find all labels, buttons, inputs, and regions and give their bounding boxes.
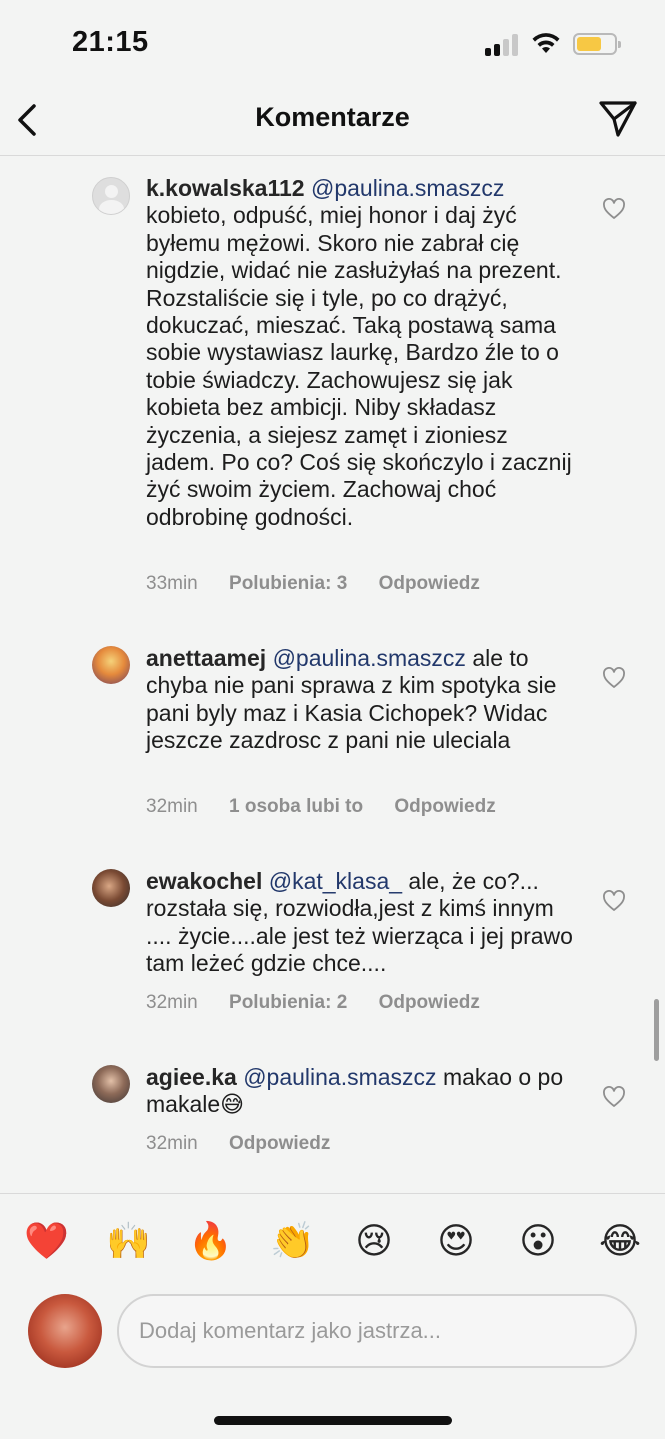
emoji-surprised[interactable]: 😮 bbox=[516, 1220, 560, 1264]
comment-meta: 33min Polubienia: 3 Odpowiedz bbox=[146, 573, 506, 595]
comment-body: agiee.ka @paulina.smaszcz makao o po mak… bbox=[146, 1064, 576, 1119]
send-direct-icon[interactable] bbox=[597, 98, 639, 140]
page-title: Komentarze bbox=[255, 102, 410, 132]
signal-icon bbox=[485, 34, 521, 56]
home-indicator bbox=[214, 1416, 452, 1425]
comment-likes[interactable]: Polubienia: 2 bbox=[229, 992, 347, 1013]
battery-icon bbox=[573, 33, 621, 55]
comment-time: 32min bbox=[146, 992, 198, 1013]
comment-time: 32min bbox=[146, 1133, 198, 1154]
comment-mention[interactable]: @paulina.smaszcz bbox=[273, 645, 466, 671]
comment-mention[interactable]: @paulina.smaszcz bbox=[243, 1064, 436, 1090]
avatar[interactable] bbox=[92, 1065, 130, 1103]
avatar[interactable] bbox=[92, 646, 130, 684]
comment-composer: ❤️ 🙌 🔥 👏 😢 😍 😮 😂 bbox=[0, 1193, 665, 1439]
current-user-avatar bbox=[28, 1294, 102, 1368]
reply-button[interactable]: Odpowiedz bbox=[379, 573, 480, 594]
comment-text: kobieto, odpuść, miej honor i daj żyć by… bbox=[146, 202, 572, 530]
comment-body: anettaamej @paulina.smaszcz ale to chyba… bbox=[146, 645, 576, 755]
emoji-fire[interactable]: 🔥 bbox=[188, 1220, 233, 1264]
comment-likes[interactable]: Polubienia: 3 bbox=[229, 573, 347, 594]
nav-header: Komentarze bbox=[0, 88, 665, 156]
status-bar: 21:15 bbox=[0, 0, 665, 88]
comment-time: 33min bbox=[146, 573, 198, 594]
heart-icon[interactable] bbox=[602, 1086, 626, 1108]
comment-username[interactable]: k.kowalska112 bbox=[146, 175, 305, 201]
emoji-laughing[interactable]: 😂 bbox=[598, 1220, 642, 1264]
comment-meta: 32min Polubienia: 2 Odpowiedz bbox=[146, 992, 506, 1014]
comment-meta: 32min Odpowiedz bbox=[146, 1133, 356, 1155]
comment-body: ewakochel @kat_klasa_ ale, że co?... roz… bbox=[146, 868, 576, 978]
emoji-raised-hands[interactable]: 🙌 bbox=[106, 1220, 151, 1264]
status-time: 21:15 bbox=[72, 26, 149, 58]
reply-button[interactable]: Odpowiedz bbox=[394, 796, 495, 817]
avatar[interactable] bbox=[92, 869, 130, 907]
comment-input[interactable] bbox=[117, 1294, 637, 1368]
comment-list: k.kowalska112 @paulina.smaszcz kobieto, … bbox=[0, 157, 665, 1193]
comment-meta: 32min 1 osoba lubi to Odpowiedz bbox=[146, 796, 522, 818]
emoji-heart-eyes[interactable]: 😍 bbox=[434, 1220, 478, 1264]
comment-username[interactable]: ewakochel bbox=[146, 868, 262, 894]
comment-mention[interactable]: @paulina.smaszcz bbox=[311, 175, 504, 201]
heart-icon[interactable] bbox=[602, 198, 626, 220]
emoji-clapping[interactable]: 👏 bbox=[270, 1220, 315, 1264]
emoji-quick-bar: ❤️ 🙌 🔥 👏 😢 😍 😮 😂 bbox=[0, 1220, 665, 1264]
reply-button[interactable]: Odpowiedz bbox=[229, 1133, 330, 1154]
wifi-icon bbox=[532, 33, 560, 53]
comment-username[interactable]: agiee.ka bbox=[146, 1064, 237, 1090]
emoji-crying[interactable]: 😢 bbox=[352, 1220, 396, 1264]
heart-icon[interactable] bbox=[602, 667, 626, 689]
reply-button[interactable]: Odpowiedz bbox=[379, 992, 480, 1013]
comment-body: k.kowalska112 @paulina.smaszcz kobieto, … bbox=[146, 175, 576, 531]
avatar[interactable] bbox=[92, 177, 130, 215]
comment-likes[interactable]: 1 osoba lubi to bbox=[229, 796, 363, 817]
heart-icon[interactable] bbox=[602, 890, 626, 912]
comment-time: 32min bbox=[146, 796, 198, 817]
emoji-heart[interactable]: ❤️ bbox=[24, 1220, 69, 1264]
scrollbar[interactable] bbox=[654, 999, 659, 1061]
comment-username[interactable]: anettaamej bbox=[146, 645, 266, 671]
comment-mention[interactable]: @kat_klasa_ bbox=[269, 868, 402, 894]
